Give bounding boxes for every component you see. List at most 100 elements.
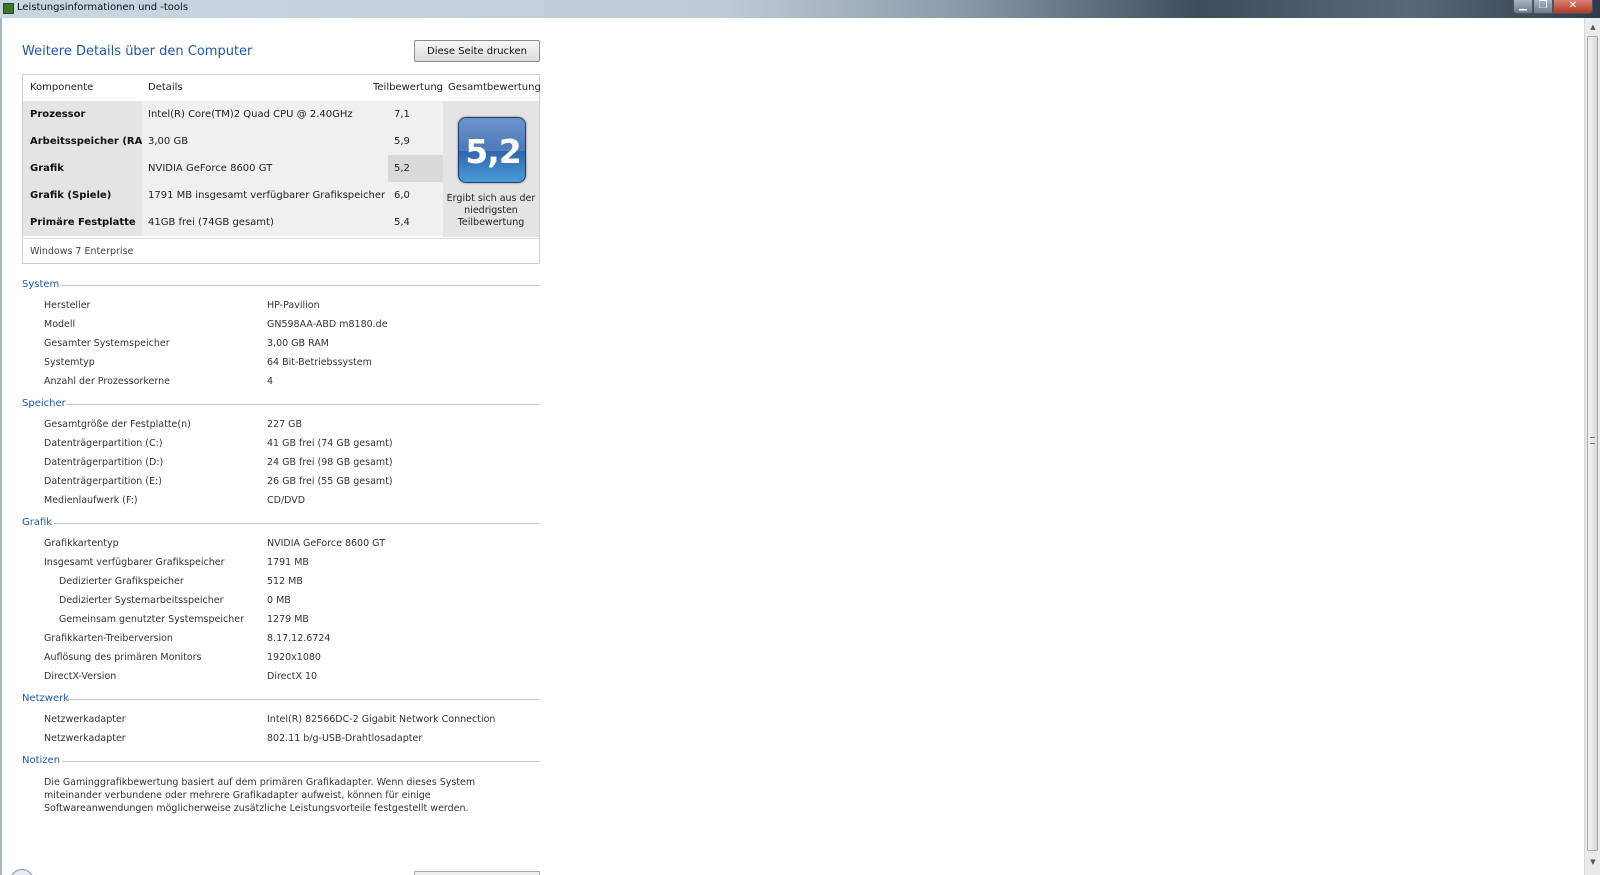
info-value: Intel(R) 82566DC-2 Gigabit Network Conne… — [267, 714, 496, 725]
info-value: 64 Bit-Betriebssystem — [267, 357, 372, 368]
info-label: Datenträgerpartition (E:) — [44, 476, 162, 487]
table-row: Grafik NVIDIA GeForce 8600 GT 5,2 — [23, 155, 443, 182]
component-score: 6,0 — [388, 182, 443, 209]
scroll-down-button[interactable]: ▼ — [1585, 855, 1600, 869]
table-row: Arbeitsspeicher (RAM) 3,00 GB 5,9 — [23, 128, 443, 155]
info-label: Gesamter Systemspeicher — [44, 338, 170, 349]
column-header-component: Komponente — [30, 82, 94, 93]
os-edition: Windows 7 Enterprise — [23, 238, 539, 264]
info-value: 3,00 GB RAM — [267, 338, 329, 349]
info-label: Insgesamt verfügbarer Grafikspeicher — [44, 557, 225, 568]
scroll-grip — [1590, 437, 1595, 444]
info-value: DirectX 10 — [267, 671, 318, 682]
table-row: Primäre Festplatte 41GB frei (74GB gesam… — [23, 209, 443, 236]
info-value: 1920x1080 — [267, 652, 321, 663]
table-row: Prozessor Intel(R) Core(TM)2 Quad CPU @ … — [23, 101, 443, 128]
component-details: NVIDIA GeForce 8600 GT — [142, 155, 388, 182]
table-row: Grafik (Spiele) 1791 MB insgesamt verfüg… — [23, 182, 443, 209]
page-title: Weitere Details über den Computer — [22, 44, 253, 59]
info-label: Datenträgerpartition (C:) — [44, 438, 163, 449]
section-title-network: Netzwerk — [22, 693, 70, 704]
component-name: Grafik (Spiele) — [23, 182, 142, 209]
info-value: NVIDIA GeForce 8600 GT — [267, 538, 385, 549]
info-value: 1791 MB — [267, 557, 309, 568]
section-divider — [68, 699, 540, 700]
window-titlebar: Leistungsinformationen und -tools ▁ ❐ ✕ — [0, 0, 1600, 18]
base-score-badge: 5,2 — [458, 117, 526, 183]
section-divider — [54, 523, 540, 524]
component-details: Intel(R) Core(TM)2 Quad CPU @ 2.40GHz — [142, 101, 388, 128]
info-label: Systemtyp — [44, 357, 95, 368]
column-header-base-score: Gesamtbewertung — [448, 82, 541, 93]
info-value: 4 — [267, 376, 274, 387]
close-button[interactable]: ✕ — [1553, 0, 1593, 14]
info-value: 512 MB — [267, 576, 303, 587]
info-label: Modell — [44, 319, 76, 330]
section-divider — [66, 404, 540, 405]
info-label: Gemeinsam genutzter Systemspeicher — [59, 614, 245, 625]
info-value: 41 GB frei (74 GB gesamt) — [267, 438, 393, 449]
maximize-button[interactable]: ❐ — [1533, 0, 1553, 14]
section-title-notes: Notizen — [22, 755, 61, 766]
info-label: Auflösung des primären Monitors — [44, 652, 202, 663]
info-value: CD/DVD — [267, 495, 306, 506]
window-frame — [0, 18, 2, 875]
info-value: 0 MB — [267, 595, 291, 606]
info-value: 227 GB — [267, 419, 303, 430]
component-name: Prozessor — [23, 101, 142, 128]
component-name: Grafik — [23, 155, 142, 182]
bottom-button[interactable] — [414, 871, 540, 875]
info-value: 802.11 b/g-USB-Drahtlosadapter — [267, 733, 423, 744]
window-title: Leistungsinformationen und -tools — [17, 2, 189, 13]
info-label: Dedizierter Systemarbeitsspeicher — [59, 595, 224, 606]
component-score: 7,1 — [388, 101, 443, 128]
arrow-down-icon: ▼ — [1590, 858, 1596, 866]
score-table: Komponente Details Teilbewertung Gesamtb… — [22, 74, 541, 264]
base-score-panel: 5,2 Ergibt sich aus der niedrigsten Teil… — [443, 101, 539, 237]
notes-text: Die Gaminggrafikbewertung basiert auf de… — [44, 777, 476, 814]
help-icon[interactable] — [10, 869, 34, 875]
section-divider — [60, 285, 540, 286]
vertical-scrollbar[interactable]: ▲ ▼ — [1584, 18, 1600, 875]
arrow-up-icon: ▲ — [1590, 23, 1596, 31]
close-icon: ✕ — [1568, 0, 1578, 11]
section-title-storage: Speicher — [22, 398, 66, 409]
component-details: 3,00 GB — [142, 128, 388, 155]
scroll-up-button[interactable]: ▲ — [1585, 20, 1600, 34]
component-details: 41GB frei (74GB gesamt) — [142, 209, 388, 236]
component-score: 5,4 — [388, 209, 443, 236]
maximize-icon: ❐ — [1538, 0, 1548, 11]
section-title-system: System — [22, 279, 60, 290]
minimize-icon: ▁ — [1519, 0, 1527, 11]
section-title-graphics: Grafik — [22, 517, 53, 528]
info-value: 8.17.12.6724 — [267, 633, 331, 644]
info-label: Netzwerkadapter — [44, 733, 126, 744]
component-score: 5,9 — [388, 128, 443, 155]
base-score-note: Ergibt sich aus der niedrigsten Teilbewe… — [446, 193, 536, 228]
info-value: 1279 MB — [267, 614, 309, 625]
info-label: Datenträgerpartition (D:) — [44, 457, 164, 468]
info-label: Medienlaufwerk (F:) — [44, 495, 138, 506]
component-name: Primäre Festplatte — [23, 209, 142, 236]
info-label: DirectX-Version — [44, 671, 117, 682]
component-details: 1791 MB insgesamt verfügbarer Grafikspei… — [142, 182, 388, 209]
section-divider — [62, 761, 540, 762]
info-value: 24 GB frei (98 GB gesamt) — [267, 457, 393, 468]
info-value: 26 GB frei (55 GB gesamt) — [267, 476, 393, 487]
scroll-thumb[interactable] — [1587, 36, 1598, 851]
info-label: Anzahl der Prozessorkerne — [44, 376, 170, 387]
info-label: Gesamtgröße der Festplatte(n) — [44, 419, 191, 430]
column-header-details: Details — [148, 82, 183, 93]
info-label: Dedizierter Grafikspeicher — [59, 576, 184, 587]
info-label: Grafikkarten-Treiberversion — [44, 633, 173, 644]
print-page-button[interactable]: Diese Seite drucken — [414, 40, 540, 62]
info-label: Netzwerkadapter — [44, 714, 126, 725]
minimize-button[interactable]: ▁ — [1513, 0, 1533, 14]
component-score: 5,2 — [388, 155, 443, 182]
component-name: Arbeitsspeicher (RAM) — [23, 128, 157, 155]
base-score-value: 5,2 — [465, 132, 521, 171]
info-value: GN598AA-ABD m8180.de — [267, 319, 388, 330]
column-header-subscore: Teilbewertung — [373, 82, 444, 93]
info-label: Grafikkartentyp — [44, 538, 119, 549]
info-label: Hersteller — [44, 300, 91, 311]
